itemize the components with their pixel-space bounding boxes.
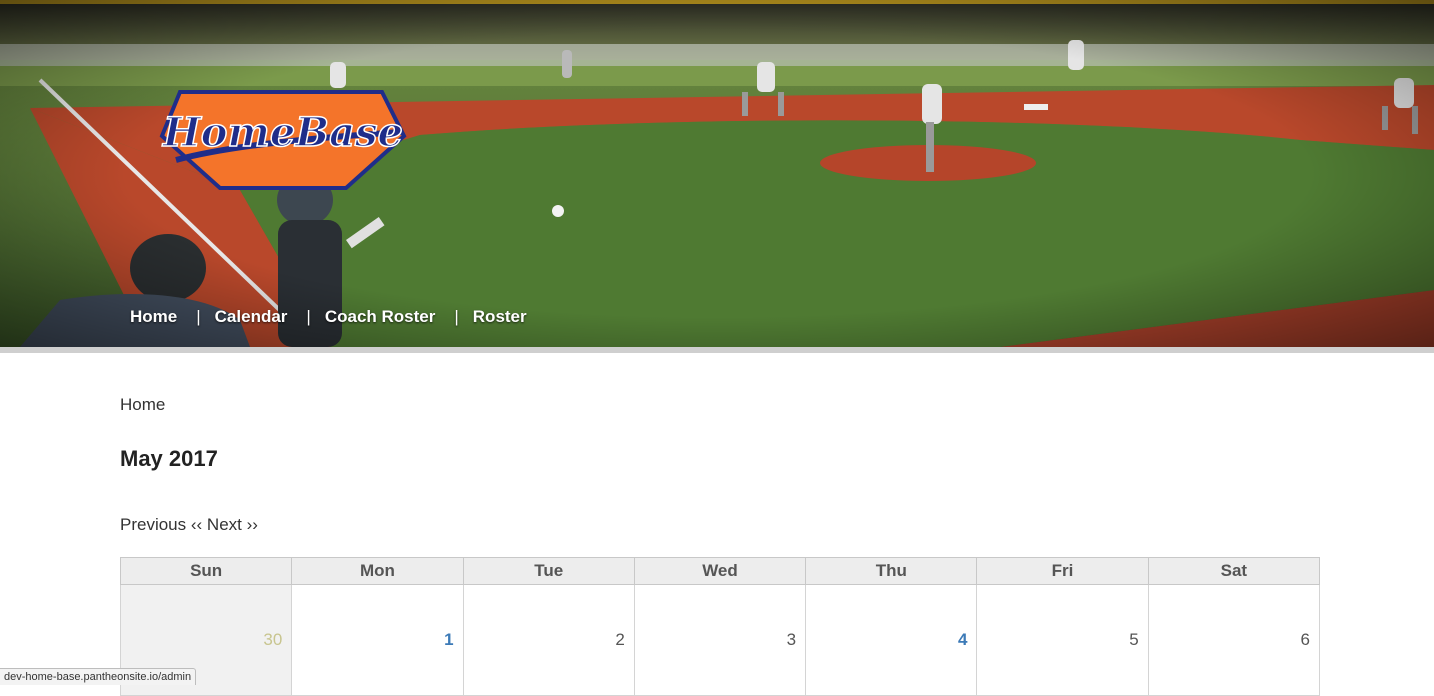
day-number: 5 [1129, 630, 1139, 649]
weekday-header-fri: Fri [976, 557, 1149, 585]
nav-home-link[interactable]: Home [130, 306, 177, 328]
nav-roster-link[interactable]: Roster [473, 306, 527, 328]
calendar-week-row: 30 1 2 3 4 5 6 [119, 584, 1321, 696]
page-title: May 2017 [120, 446, 218, 471]
calendar-day-cell[interactable]: 1 [291, 584, 464, 696]
day-number-link[interactable]: 4 [806, 585, 976, 650]
header-banner: HomeBase Home | Calendar | Coach Roster … [0, 0, 1434, 347]
weekday-header-wed: Wed [633, 557, 807, 585]
nav-separator: | [306, 307, 311, 326]
weekday-header-thu: Thu [805, 557, 978, 585]
day-number: 2 [615, 630, 625, 649]
month-calendar: Sun Mon Tue Wed Thu Fri Sat 30 1 2 3 4 5… [119, 557, 1321, 696]
day-number: 3 [786, 630, 797, 649]
previous-month-link[interactable]: Previous ‹‹ [120, 515, 202, 534]
logo-text: HomeBase [162, 109, 403, 156]
calendar-pager: Previous ‹‹ Next ›› [120, 515, 258, 535]
weekday-header-row: Sun Mon Tue Wed Thu Fri Sat [119, 557, 1321, 585]
calendar-day-cell[interactable]: 2 [462, 584, 635, 696]
nav-separator: | [454, 307, 459, 326]
day-number: 6 [1300, 630, 1310, 649]
next-month-link[interactable]: Next ›› [207, 515, 258, 534]
calendar-day-cell[interactable]: 3 [633, 584, 807, 696]
weekday-header-mon: Mon [291, 557, 464, 585]
weekday-header-sun: Sun [119, 557, 293, 585]
calendar-day-cell[interactable]: 4 [805, 584, 978, 696]
day-number-link[interactable]: 1 [292, 585, 462, 650]
browser-status-bar: dev-home-base.pantheonsite.io/admin [0, 668, 197, 685]
breadcrumb-home-link[interactable]: Home [120, 395, 165, 415]
main-nav: Home | Calendar | Coach Roster | Roster [130, 306, 527, 328]
header-divider [0, 347, 1434, 353]
weekday-header-tue: Tue [462, 557, 635, 585]
weekday-header-sat: Sat [1147, 557, 1321, 585]
calendar-day-cell[interactable]: 6 [1147, 584, 1321, 696]
day-number: 30 [263, 630, 283, 649]
home-base-logo[interactable]: HomeBase [158, 88, 408, 193]
nav-coach-roster-link[interactable]: Coach Roster [325, 306, 436, 328]
calendar-day-cell[interactable]: 5 [976, 584, 1149, 696]
nav-separator: | [196, 307, 201, 326]
nav-calendar-link[interactable]: Calendar [215, 306, 288, 328]
